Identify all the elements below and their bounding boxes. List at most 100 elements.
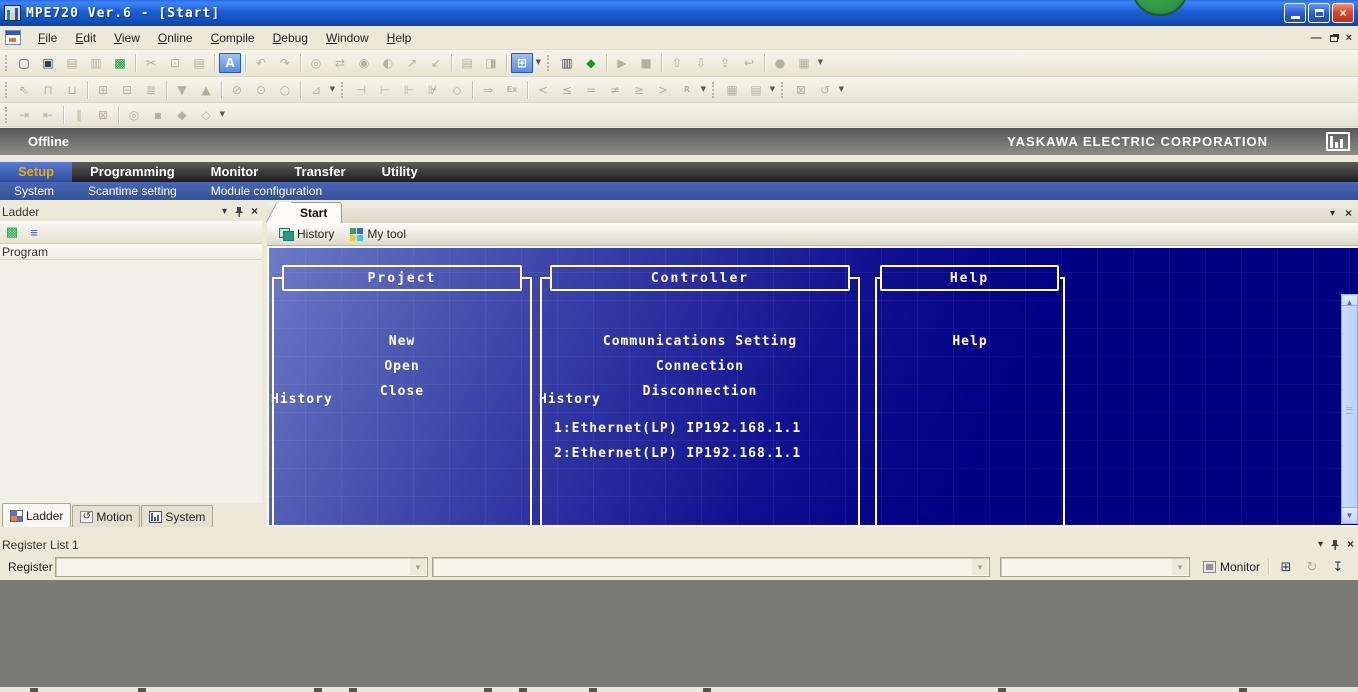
run-icon[interactable]: ▶ bbox=[611, 53, 633, 73]
save-project-icon[interactable]: ▥ bbox=[85, 53, 107, 73]
new-icon[interactable]: ▢ bbox=[13, 53, 35, 73]
search-zoom-icon[interactable]: ◐ bbox=[377, 53, 399, 73]
restore-button[interactable] bbox=[1308, 3, 1330, 23]
import-register-icon[interactable]: ↧ bbox=[1327, 557, 1349, 577]
undo-icon[interactable]: ↶ bbox=[250, 53, 272, 73]
transfer-other-icon[interactable]: ↩ bbox=[738, 53, 760, 73]
toolbar-grip[interactable] bbox=[781, 82, 785, 98]
mdi-close-button[interactable]: × bbox=[1346, 32, 1352, 44]
launcher-tab-utility[interactable]: Utility bbox=[364, 162, 436, 182]
register-splitter[interactable] bbox=[0, 528, 1358, 536]
breakpoint-set-icon[interactable]: ▪ bbox=[147, 105, 169, 125]
express-icon[interactable]: Ex bbox=[501, 80, 523, 100]
breakpoint-enable-icon[interactable]: ◆ bbox=[171, 105, 193, 125]
register-program-icon[interactable]: ≡ bbox=[25, 224, 43, 241]
transfer-read-icon[interactable]: ⇩ bbox=[690, 53, 712, 73]
transfer-write-icon[interactable]: ⇧ bbox=[666, 53, 688, 73]
toolbar-grip[interactable] bbox=[5, 107, 9, 123]
toolbar-grip[interactable] bbox=[5, 82, 9, 98]
contact-a-icon[interactable]: ⊣ bbox=[350, 80, 372, 100]
toolbar-grip[interactable] bbox=[341, 82, 345, 98]
table-edit-icon[interactable]: ▤▼ bbox=[745, 80, 767, 100]
pane-tab-ladder[interactable]: Ladder bbox=[2, 503, 71, 527]
launcher-tab-programming[interactable]: Programming bbox=[72, 162, 193, 182]
print-preview-icon[interactable]: ◨ bbox=[480, 53, 502, 73]
dropdown-arrow-icon[interactable]: ▼ bbox=[1172, 559, 1188, 575]
pane-tab-system[interactable]: System bbox=[141, 505, 213, 527]
program-tree[interactable] bbox=[0, 260, 262, 503]
redo-icon[interactable]: ↷ bbox=[274, 53, 296, 73]
minimize-button[interactable] bbox=[1284, 3, 1306, 23]
launcher-tab-setup[interactable]: Setup bbox=[0, 162, 72, 182]
cut-icon[interactable]: ✂ bbox=[140, 53, 162, 73]
lt-icon[interactable]: < bbox=[532, 80, 554, 100]
copy-icon[interactable]: ⊡ bbox=[164, 53, 186, 73]
rung-insert-icon[interactable]: ⊓ bbox=[37, 80, 59, 100]
indent-icon[interactable]: ⇥ bbox=[13, 105, 35, 125]
program-tree-root[interactable]: Program bbox=[0, 244, 262, 260]
dropdown-arrow-icon[interactable]: ▼ bbox=[536, 58, 541, 66]
pin-icon[interactable] bbox=[234, 206, 244, 217]
toolbar-grip[interactable] bbox=[5, 55, 9, 71]
tab-start[interactable]: Start bbox=[277, 202, 342, 223]
register-check-icon[interactable]: R▼ bbox=[676, 80, 698, 100]
register-table-icon[interactable]: ⊞ bbox=[1275, 557, 1297, 577]
communications-setting-icon[interactable]: ▥ bbox=[556, 53, 578, 73]
select-tool-icon[interactable]: ⇖ bbox=[13, 80, 35, 100]
launcher-sub-module-configuration[interactable]: Module configuration bbox=[197, 184, 342, 198]
transfer-compare-icon[interactable]: ⇪ bbox=[714, 53, 736, 73]
export-register-icon[interactable]: ↥ bbox=[1353, 557, 1358, 577]
history-button[interactable]: History bbox=[273, 226, 340, 242]
register-combo-1[interactable]: ▼ bbox=[55, 557, 428, 577]
outdent-icon[interactable]: ⇤ bbox=[37, 105, 59, 125]
le-icon[interactable]: ≤ bbox=[556, 80, 578, 100]
chevron-down-icon[interactable]: ▾ bbox=[1318, 539, 1323, 550]
close-icon[interactable]: × bbox=[1345, 206, 1352, 220]
dropdown-arrow-icon[interactable]: ▼ bbox=[410, 559, 426, 575]
stop-icon[interactable]: ■ bbox=[635, 53, 657, 73]
launcher-tab-transfer[interactable]: Transfer bbox=[276, 162, 363, 182]
coil-out-icon[interactable]: ○ bbox=[274, 80, 296, 100]
vertical-scrollbar[interactable]: ▲ ▼ bbox=[1341, 294, 1358, 524]
dropdown-arrow-icon[interactable]: ▼ bbox=[972, 559, 988, 575]
dropdown-arrow-icon[interactable]: ▼ bbox=[701, 85, 706, 93]
table-view-icon[interactable]: ▦ bbox=[721, 80, 743, 100]
close-button[interactable]: × bbox=[1332, 3, 1354, 23]
menu-window[interactable]: Window bbox=[317, 28, 378, 48]
network-lines-icon[interactable]: ≣ bbox=[140, 80, 162, 100]
import-export-icon[interactable]: ▩ bbox=[109, 53, 131, 73]
link-connection[interactable]: Connection bbox=[540, 354, 860, 379]
menu-edit[interactable]: Edit bbox=[66, 28, 105, 48]
to-expression-icon[interactable]: ⇒ bbox=[477, 80, 499, 100]
launcher-sub-scantime-setting[interactable]: Scantime setting bbox=[74, 184, 197, 198]
paste-icon[interactable]: ▤ bbox=[188, 53, 210, 73]
insert-above-icon[interactable]: ▲ bbox=[195, 80, 217, 100]
flash-save-icon[interactable]: ▦▼ bbox=[793, 53, 815, 73]
history-item[interactable]: 2:Ethernet(LP) IP192.168.1.1 bbox=[554, 441, 801, 466]
refresh-icon[interactable]: ↺▼ bbox=[814, 80, 836, 100]
monitor-button[interactable]: Monitor bbox=[1198, 557, 1265, 577]
lock-icon[interactable]: ● bbox=[769, 53, 791, 73]
uncomment-icon[interactable]: ⊠ bbox=[92, 105, 114, 125]
breakpoint-icon[interactable]: ◎ bbox=[123, 105, 145, 125]
chevron-down-icon[interactable]: ▾ bbox=[1330, 208, 1335, 219]
insert-below-icon[interactable]: ▼ bbox=[171, 80, 193, 100]
copy-program-icon[interactable]: ▩ bbox=[3, 224, 21, 241]
ge-icon[interactable]: ≥ bbox=[628, 80, 650, 100]
menu-view[interactable]: View bbox=[105, 28, 149, 48]
chevron-down-icon[interactable]: ▾ bbox=[222, 206, 227, 217]
coil-nc-icon[interactable]: ⊙ bbox=[250, 80, 272, 100]
find-icon[interactable]: ◎ bbox=[305, 53, 327, 73]
contact-dia-icon[interactable]: ◇ bbox=[446, 80, 468, 100]
comment-icon[interactable]: ∥ bbox=[68, 105, 90, 125]
menu-online[interactable]: Online bbox=[149, 28, 202, 48]
toolbar-grip[interactable] bbox=[547, 55, 551, 71]
link-help[interactable]: Help bbox=[875, 329, 1065, 354]
eq-icon[interactable]: = bbox=[580, 80, 602, 100]
network-delete-icon[interactable]: ⊟ bbox=[116, 80, 138, 100]
replace-icon[interactable]: ⇄ bbox=[329, 53, 351, 73]
print-icon[interactable]: ▤ bbox=[456, 53, 478, 73]
save-icon[interactable]: ▤ bbox=[61, 53, 83, 73]
pin-icon[interactable] bbox=[1330, 539, 1340, 550]
mdi-restore-button[interactable] bbox=[1330, 35, 1338, 42]
